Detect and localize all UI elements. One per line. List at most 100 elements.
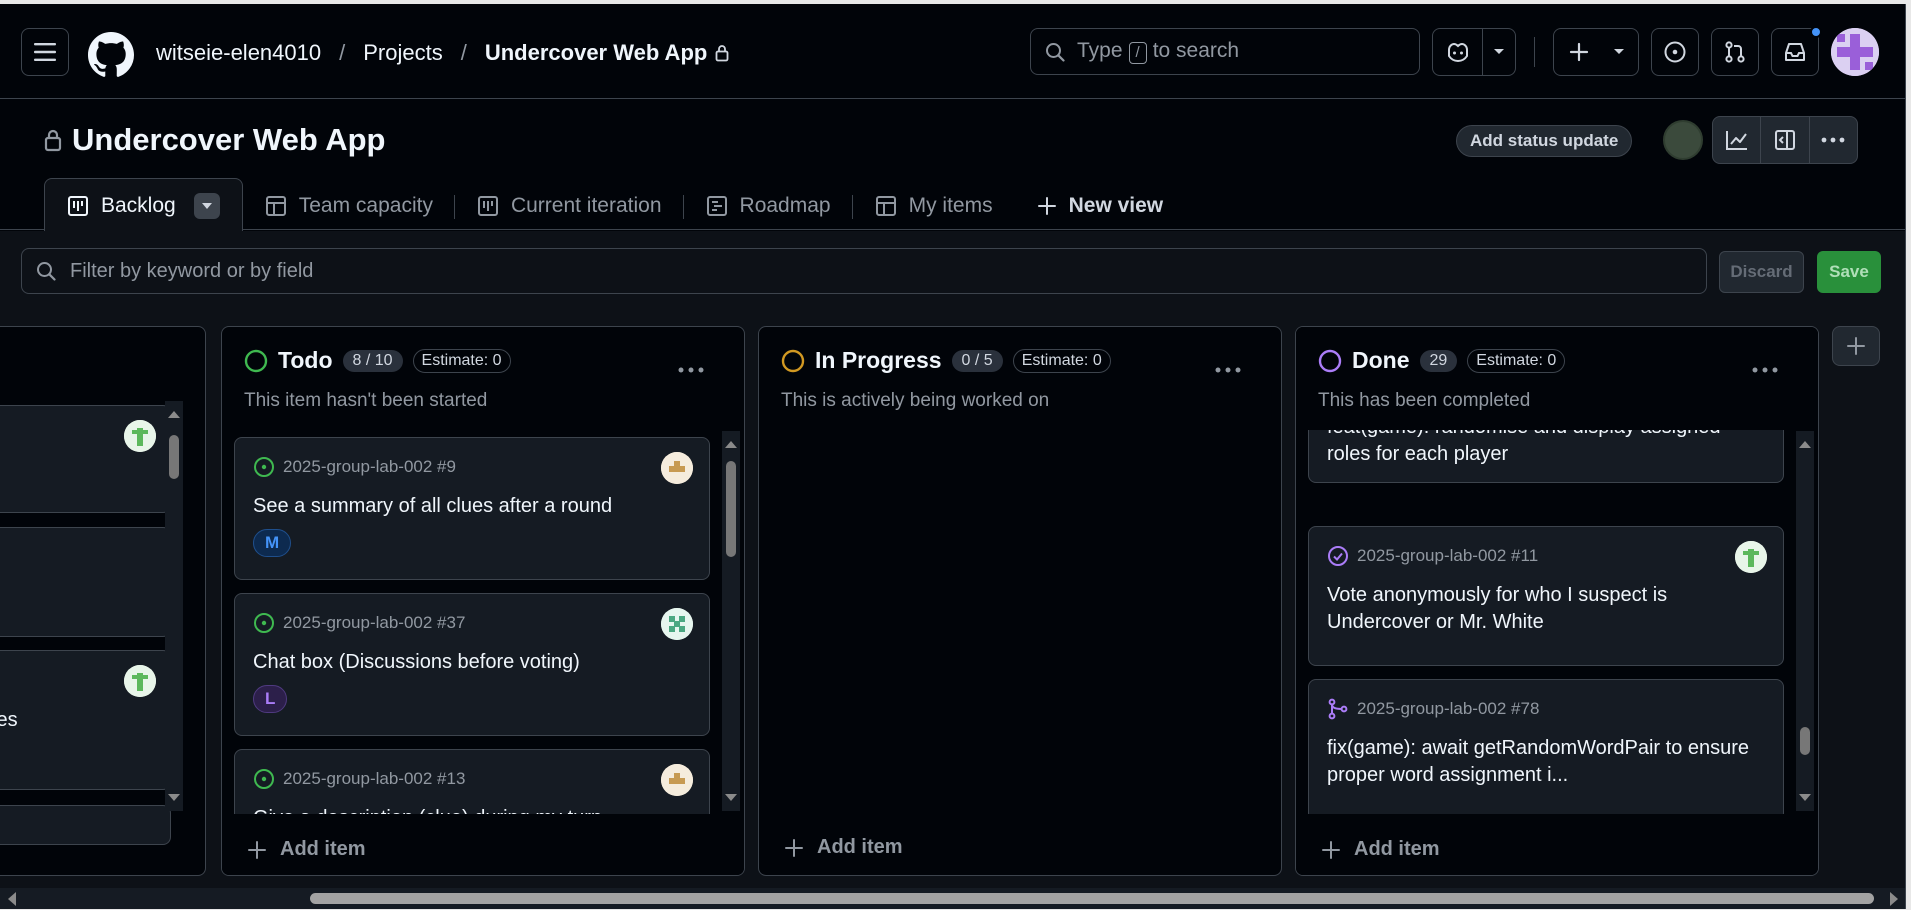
breadcrumb-project-link[interactable]: Undercover Web App — [485, 40, 707, 66]
card[interactable]: 2025-group-lab-002 #37 Chat box (Discuss… — [234, 593, 710, 736]
copilot-menu[interactable] — [1432, 28, 1516, 76]
card[interactable] — [0, 527, 171, 637]
scrollbar-thumb[interactable] — [310, 893, 1874, 904]
save-button[interactable]: Save — [1817, 251, 1881, 293]
tab-current-iteration[interactable]: Current iteration — [455, 181, 684, 231]
pull-requests-button[interactable] — [1711, 28, 1759, 76]
more-options-button[interactable] — [1810, 117, 1857, 163]
tab-roadmap[interactable]: Roadmap — [684, 181, 853, 231]
inbox-icon — [1785, 43, 1805, 61]
kebab-horizontal-icon — [1215, 367, 1241, 373]
chevron-down-icon — [1614, 49, 1624, 54]
add-status-update-button[interactable]: Add status update — [1456, 125, 1633, 157]
card-reference: 2025-group-lab-002 #9 — [253, 456, 456, 478]
kebab-horizontal-icon — [678, 367, 704, 373]
column-title: In Progress — [815, 347, 942, 373]
create-new-dropdown[interactable] — [1604, 29, 1634, 75]
card[interactable]: ices — [0, 650, 171, 790]
column-count: 29 — [1419, 349, 1458, 372]
assignee-avatar[interactable] — [661, 452, 693, 484]
column-title: Todo — [278, 347, 333, 373]
column-scrollbar[interactable] — [722, 431, 740, 811]
page-title: Undercover Web App — [44, 122, 386, 158]
tab-options-button[interactable] — [193, 192, 220, 219]
column-scrollbar[interactable] — [165, 401, 183, 811]
global-search-input[interactable]: Type / to search — [1030, 28, 1420, 75]
chevron-down-icon — [201, 202, 212, 209]
new-view-button[interactable]: New view — [1015, 181, 1186, 231]
insights-button[interactable] — [1713, 117, 1762, 163]
column-estimate: Estimate: 0 — [1467, 348, 1566, 373]
card[interactable] — [0, 805, 171, 845]
board-horizontal-scrollbar[interactable] — [0, 888, 1905, 909]
assignee-avatar[interactable] — [1735, 541, 1767, 573]
issues-button[interactable] — [1651, 28, 1699, 76]
breadcrumb-projects-link[interactable]: Projects — [363, 40, 442, 66]
breadcrumb-owner-link[interactable]: witseie-elen4010 — [156, 40, 321, 66]
card[interactable]: 2025-group-lab-002 #9 See a summary of a… — [234, 437, 710, 580]
size-label[interactable]: M — [253, 529, 292, 557]
create-new-menu[interactable] — [1553, 28, 1639, 76]
user-avatar[interactable] — [1831, 28, 1879, 76]
tab-team-capacity[interactable]: Team capacity — [243, 181, 455, 231]
plus-icon — [1569, 42, 1589, 62]
status-circle-icon — [1318, 349, 1342, 372]
size-label[interactable]: L — [253, 685, 288, 713]
card-title-fragment: ices — [0, 709, 18, 731]
tab-backlog[interactable]: Backlog — [44, 178, 243, 232]
side-panel-button[interactable] — [1761, 117, 1810, 163]
plus-icon — [1322, 840, 1340, 859]
card-ref-text: 2025-group-lab-002 #37 — [283, 613, 466, 632]
card-title[interactable]: fix(game): await getRandomWordPair to en… — [1327, 735, 1767, 789]
column-menu-button[interactable] — [1215, 349, 1241, 380]
card[interactable]: 2025-group-lab-002 #78 fix(game): await … — [1308, 679, 1784, 821]
menu-button[interactable] — [21, 28, 69, 76]
add-item-label: Add item — [1354, 838, 1440, 860]
add-column-button[interactable] — [1832, 326, 1880, 366]
collaborator-avatar[interactable] — [1663, 120, 1703, 160]
board-area: Filter by keyword or by field Discard Sa… — [0, 231, 1905, 908]
assignee-avatar[interactable] — [124, 665, 156, 697]
issue-open-icon — [254, 613, 274, 633]
search-suffix: to search — [1152, 39, 1240, 62]
project-title-text: Undercover Web App — [72, 122, 386, 157]
tab-label: Current iteration — [510, 194, 662, 217]
identicon-icon — [661, 764, 693, 796]
add-item-label: Add item — [817, 836, 903, 858]
card-title[interactable]: Chat box (Discussions before voting) — [253, 649, 693, 676]
plus-icon — [1037, 197, 1056, 215]
scroll-right-arrow-icon[interactable] — [1888, 892, 1900, 906]
assignee-avatar[interactable] — [124, 420, 156, 452]
card-title[interactable]: See a summary of all clues after a round — [253, 493, 693, 520]
identicon-icon — [124, 665, 156, 697]
add-item-label: Add item — [280, 838, 366, 860]
column-scrollbar[interactable] — [1796, 431, 1814, 811]
card-reference: 2025-group-lab-002 #37 — [253, 612, 465, 634]
card-title[interactable]: Vote anonymously for who I suspect is Un… — [1327, 582, 1767, 636]
copilot-button[interactable] — [1433, 29, 1483, 75]
status-circle-icon — [244, 349, 268, 372]
add-item-button[interactable]: Add item — [248, 838, 366, 861]
card-ref-text: 2025-group-lab-002 #11 — [1357, 546, 1539, 565]
assignee-avatar[interactable] — [661, 764, 693, 796]
tab-label: My items — [908, 194, 993, 217]
view-tabs: Backlog Team capacity Current iteration … — [44, 176, 1186, 232]
card[interactable]: 2025-group-lab-002 #11 Vote anonymously … — [1308, 526, 1784, 666]
add-item-button[interactable]: Add item — [1322, 838, 1440, 861]
filter-input[interactable]: Filter by keyword or by field — [21, 248, 1707, 294]
tab-my-items[interactable]: My items — [853, 181, 1015, 231]
discard-button[interactable]: Discard — [1719, 251, 1804, 293]
pull-request-icon — [1725, 41, 1745, 63]
column-count: 0 / 5 — [951, 349, 1003, 372]
assignee-avatar[interactable] — [661, 608, 693, 640]
copilot-icon — [1447, 42, 1468, 63]
create-new-button[interactable] — [1554, 29, 1604, 75]
copilot-dropdown-button[interactable] — [1483, 29, 1515, 75]
add-item-button[interactable]: Add item — [785, 836, 903, 859]
column-menu-button[interactable] — [1752, 349, 1778, 380]
column-header: Todo 8 / 10 Estimate: 0 — [244, 347, 511, 374]
scroll-left-arrow-icon[interactable] — [6, 892, 18, 906]
github-logo-icon[interactable] — [88, 32, 134, 78]
card[interactable] — [0, 405, 171, 513]
column-menu-button[interactable] — [678, 349, 704, 380]
